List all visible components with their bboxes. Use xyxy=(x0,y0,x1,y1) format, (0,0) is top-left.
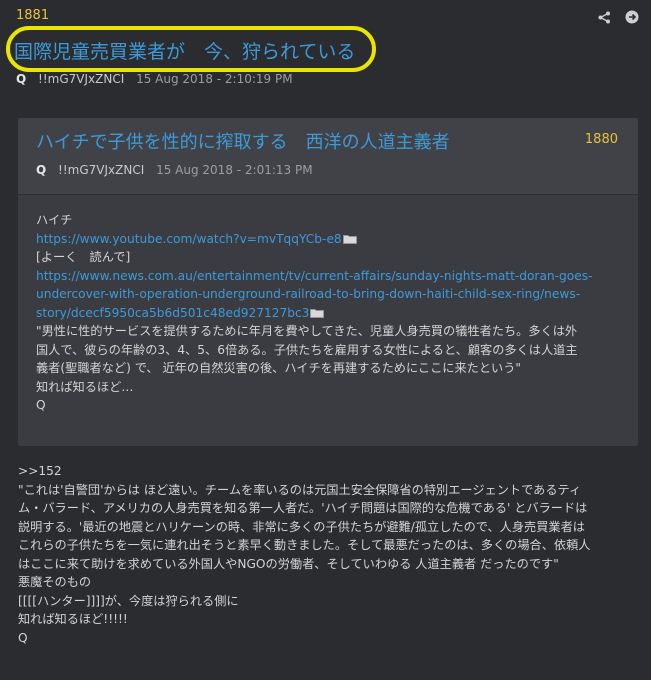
archive-folder-icon[interactable] xyxy=(342,231,357,244)
quoted-post-timestamp: 15 Aug 2018 - 2:01:13 PM xyxy=(156,163,313,177)
body-line: 知れば知るほど… xyxy=(36,379,134,394)
quoted-post-meta: Q !!mG7VJxZNCI 15 Aug 2018 - 2:01:13 PM xyxy=(36,163,313,177)
youtube-link[interactable]: https://www.youtube.com/watch?v=mvTqqYCb… xyxy=(36,232,342,246)
body-line: はここに来て助けを求めている外国人やNGOの労働者、そしていわゆる 人道主義者 … xyxy=(18,556,559,571)
body-line: 悪魔そのもの xyxy=(18,575,92,589)
news-link[interactable]: https://www.news.com.au/entertainment/tv… xyxy=(36,269,592,283)
body-line: "男性に性的サービスを提供するために年月を費やしてきた、児童人身売買の犠牲者たち… xyxy=(36,324,578,338)
body-line: 国人で、彼らの年齢の3、4、5、6倍ある。子供たちを雇用する女性によると、顧客の… xyxy=(36,342,578,357)
body-line: 義者(聖職者など) で、 近年の自然災害の後、ハイチを再建するためにここに来たと… xyxy=(36,361,522,375)
body-line: これらの子供たちを一気に連れ出そうと素早く動きました。そして最悪だったのは、多く… xyxy=(18,538,591,552)
post-meta: Q !!mG7VJxZNCI 15 Aug 2018 - 2:10:19 PM xyxy=(16,72,293,86)
news-link-line-2: undercover-with-operation-underground-ra… xyxy=(36,285,620,304)
quoted-post-tripcode: !!mG7VJxZNCI xyxy=(58,163,145,177)
youtube-link-line: https://www.youtube.com/watch?v=mvTqqYCb… xyxy=(36,230,620,249)
quoted-post-body: ハイチ https://www.youtube.com/watch?v=mvTq… xyxy=(18,195,638,415)
quoted-post-title: ハイチで子供を性的に搾取する 西洋の人道主義者 xyxy=(36,132,450,153)
body-line: ハイチ xyxy=(36,213,73,227)
body-line: 説明する。'最近の地震とハリケーンの時、非常に多くの子供たちが避難/孤立したので… xyxy=(18,519,585,534)
post-body: >>152 "これは'自警団'からは ほど遠い。チームを率いるのは元国土安全保障… xyxy=(18,462,638,647)
reply-link[interactable]: >>152 xyxy=(18,462,638,481)
post-tripcode: !!mG7VJxZNCI xyxy=(38,72,125,86)
news-link[interactable]: story/dcecf5950ca5b6d501c48ed927127bc3 xyxy=(36,306,309,320)
news-link-line-1: https://www.news.com.au/entertainment/tv… xyxy=(36,267,620,286)
quoted-post-author: Q xyxy=(36,163,47,177)
body-line: 知れば知るほど!!!!! xyxy=(18,612,128,626)
archive-folder-icon[interactable] xyxy=(310,305,325,318)
body-signature: Q xyxy=(36,398,46,412)
body-line: "これは'自警団'からは ほど遠い。チームを率いるのは元国土安全保障省の特別エー… xyxy=(18,482,582,497)
post-author: Q xyxy=(16,72,27,86)
quoted-post-number[interactable]: 1880 xyxy=(585,132,618,147)
post-title: 国際児童売買業者が 今、狩られている xyxy=(14,41,356,63)
body-line: [よーく 読んで] xyxy=(36,250,131,264)
share-icon[interactable] xyxy=(597,10,611,24)
post-number[interactable]: 1881 xyxy=(16,8,49,23)
body-line: ム・バラード、アメリカの人身売買を知る第一人者だ。'ハイチ問題は国際的な危機であ… xyxy=(18,501,588,515)
post-timestamp: 15 Aug 2018 - 2:10:19 PM xyxy=(136,72,293,86)
news-link-line-3: story/dcecf5950ca5b6d501c48ed927127bc3 xyxy=(36,304,620,323)
news-link[interactable]: undercover-with-operation-underground-ra… xyxy=(36,287,580,301)
post-actions xyxy=(597,10,639,24)
body-line: [[[[ハンター]]]]が、今度は狩られる側に xyxy=(18,593,239,608)
body-signature: Q xyxy=(18,630,28,645)
quoted-post-header: ハイチで子供を性的に搾取する 西洋の人道主義者 1880 Q !!mG7VJxZ… xyxy=(18,118,638,195)
goto-icon[interactable] xyxy=(625,10,639,24)
quoted-post: ハイチで子供を性的に搾取する 西洋の人道主義者 1880 Q !!mG7VJxZ… xyxy=(18,118,638,446)
